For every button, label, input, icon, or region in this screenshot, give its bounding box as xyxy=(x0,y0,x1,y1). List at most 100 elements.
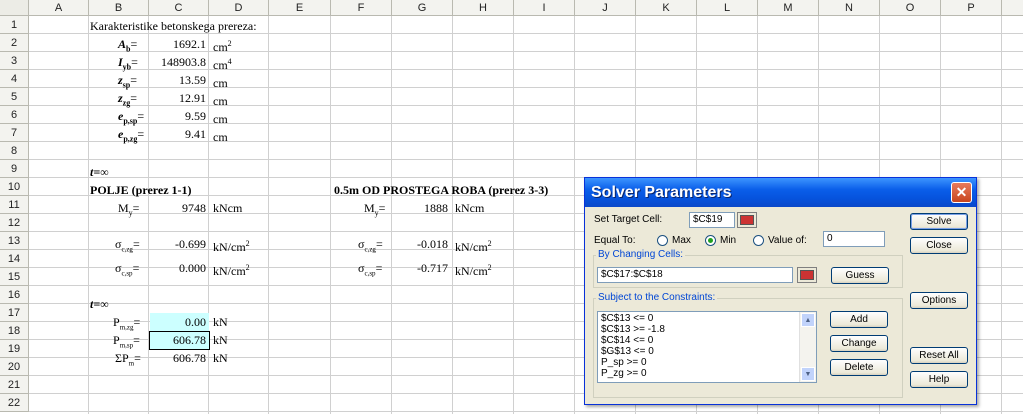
column-header[interactable]: L xyxy=(697,0,758,16)
row-header[interactable]: 4 xyxy=(0,70,29,88)
column-header[interactable]: A xyxy=(29,0,89,16)
column-header[interactable]: I xyxy=(514,0,575,16)
cell-f14-sigma-sp[interactable]: σc,sp= xyxy=(358,259,382,277)
target-cell-input[interactable]: $C$19 xyxy=(689,212,735,228)
cell-b19-sum-label[interactable]: ΣPm= xyxy=(115,349,141,367)
cell-h14-unit[interactable]: kN/cm2 xyxy=(455,259,492,278)
property-label[interactable]: zsp= xyxy=(118,71,137,89)
value-of-radio[interactable] xyxy=(753,235,764,246)
property-unit[interactable]: cm2 xyxy=(213,35,232,54)
cell-d11-unit[interactable]: kNcm xyxy=(213,199,242,217)
row-header[interactable]: 8 xyxy=(0,142,29,160)
cell-c11-my-value[interactable]: 9748 xyxy=(150,199,206,217)
constraint-item[interactable]: $C$13 >= -1.8 xyxy=(598,324,816,335)
cell-b17-p-zg-label[interactable]: Pm,zg= xyxy=(113,313,140,331)
dialog-titlebar[interactable]: Solver Parameters ✕ xyxy=(585,178,976,207)
row-header[interactable]: 5 xyxy=(0,88,29,106)
cell-b11-my-label[interactable]: My= xyxy=(118,199,146,217)
cell-b16-t-infinity[interactable]: t=∞ xyxy=(90,295,109,313)
cell-d14-unit[interactable]: kN/cm2 xyxy=(213,259,250,278)
row-header[interactable]: 10 xyxy=(0,178,29,196)
property-label[interactable]: Ab= xyxy=(118,35,137,53)
solve-button[interactable]: Solve xyxy=(910,213,968,230)
row-header[interactable]: 1 xyxy=(0,16,29,34)
row-header[interactable]: 17 xyxy=(0,304,29,322)
property-unit[interactable]: cm xyxy=(213,107,228,126)
constraints-scrollbar[interactable]: ▲ ▼ xyxy=(799,312,816,382)
cell-d13-unit[interactable]: kN/cm2 xyxy=(213,235,250,254)
property-unit[interactable]: cm xyxy=(213,89,228,108)
cell-h13-unit[interactable]: kN/cm2 xyxy=(455,235,492,254)
constraints-list[interactable]: $C$13 <= 0 $C$13 >= -1.8 $C$14 <= 0 $G$13 <… xyxy=(597,311,817,383)
property-value[interactable]: 12.91 xyxy=(150,89,206,107)
property-label[interactable]: zzg= xyxy=(118,89,137,107)
column-header[interactable]: N xyxy=(819,0,880,16)
scroll-up-icon[interactable]: ▲ xyxy=(801,313,815,327)
delete-button[interactable]: Delete xyxy=(830,359,888,376)
row-header[interactable]: 14 xyxy=(0,250,29,268)
close-icon[interactable]: ✕ xyxy=(951,182,972,203)
column-header[interactable]: H xyxy=(453,0,514,16)
cell-c17-value[interactable]: 0.00 xyxy=(150,313,206,331)
cell-b14-sigma-sp[interactable]: σc,sp= xyxy=(115,259,139,277)
row-header[interactable]: 16 xyxy=(0,286,29,304)
min-radio[interactable] xyxy=(705,235,716,246)
constraint-item[interactable]: P_sp >= 0 xyxy=(598,357,816,368)
property-label[interactable]: Iyb= xyxy=(118,53,138,71)
add-button[interactable]: Add xyxy=(830,311,888,328)
cell-b13-sigma-zg[interactable]: σc,zg= xyxy=(115,235,140,253)
close-button[interactable]: Close xyxy=(910,237,968,254)
cell-f10-prostega-title[interactable]: 0.5m OD PROSTEGA ROBA (prerez 3-3) xyxy=(334,181,548,199)
constraint-item[interactable]: $C$14 <= 0 xyxy=(598,335,816,346)
row-header[interactable]: 6 xyxy=(0,106,29,124)
cell-d18-unit[interactable]: kN xyxy=(213,331,228,349)
row-header[interactable]: 18 xyxy=(0,322,29,340)
property-value[interactable]: 13.59 xyxy=(150,71,206,89)
column-header[interactable]: M xyxy=(758,0,819,16)
row-header[interactable]: 15 xyxy=(0,268,29,286)
constraint-item[interactable]: $G$13 <= 0 xyxy=(598,346,816,357)
max-label[interactable]: Max xyxy=(672,235,691,246)
property-unit[interactable]: cm xyxy=(213,125,228,144)
cell-c14-value[interactable]: 0.000 xyxy=(150,259,206,277)
property-value[interactable]: 9.41 xyxy=(150,125,206,143)
changing-cells-picker-icon[interactable] xyxy=(797,267,817,283)
scroll-down-icon[interactable]: ▼ xyxy=(801,367,815,381)
cell-g13-value[interactable]: -0.018 xyxy=(392,235,448,253)
constraint-item[interactable]: P_zg >= 0 xyxy=(598,368,816,379)
row-header[interactable]: 13 xyxy=(0,232,29,250)
column-header[interactable]: K xyxy=(636,0,697,16)
help-button[interactable]: Help xyxy=(910,371,968,388)
column-header[interactable]: Q xyxy=(1002,0,1023,16)
property-label[interactable]: ep,sp= xyxy=(118,107,144,125)
row-header[interactable]: 20 xyxy=(0,358,29,376)
cell-b18-p-sp-label[interactable]: Pm,sp= xyxy=(113,331,140,349)
column-header[interactable]: P xyxy=(941,0,1002,16)
row-header[interactable]: 22 xyxy=(0,394,29,412)
value-of-label[interactable]: Value of: xyxy=(768,235,807,246)
guess-button[interactable]: Guess xyxy=(831,267,889,284)
target-cell-picker-icon[interactable] xyxy=(737,212,757,228)
row-header[interactable]: 12 xyxy=(0,214,29,232)
row-header[interactable]: 19 xyxy=(0,340,29,358)
column-header[interactable]: B xyxy=(89,0,149,16)
options-button[interactable]: Options xyxy=(910,292,968,309)
cell-d19-unit[interactable]: kN xyxy=(213,349,228,367)
property-label[interactable]: ep,zg= xyxy=(118,125,144,143)
row-header[interactable]: 3 xyxy=(0,52,29,70)
column-header[interactable]: E xyxy=(269,0,331,16)
column-header[interactable]: F xyxy=(331,0,392,16)
cell-b9-t-infinity[interactable]: t=∞ xyxy=(90,163,109,181)
column-header[interactable]: G xyxy=(392,0,453,16)
cell-g11-my-value[interactable]: 1888 xyxy=(392,199,448,217)
change-button[interactable]: Change xyxy=(830,335,888,352)
column-header[interactable]: J xyxy=(575,0,636,16)
cell-b10-polje-title[interactable]: POLJE (prerez 1-1) xyxy=(90,181,192,199)
row-header[interactable]: 21 xyxy=(0,376,29,394)
column-header[interactable]: D xyxy=(209,0,269,16)
cell-h11-unit[interactable]: kNcm xyxy=(455,199,484,217)
property-unit[interactable]: cm xyxy=(213,71,228,90)
min-label[interactable]: Min xyxy=(720,235,736,246)
cell-g14-value[interactable]: -0.717 xyxy=(392,259,448,277)
cell-b1-title[interactable]: Karakteristike betonskega prereza: xyxy=(90,17,257,35)
